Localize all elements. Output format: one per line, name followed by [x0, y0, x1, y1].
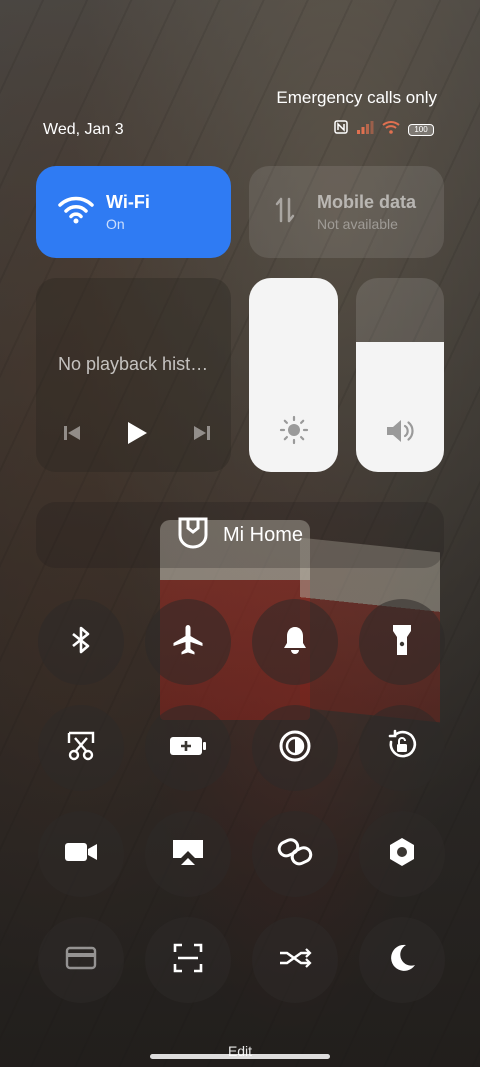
mi-home-icon	[177, 516, 209, 555]
toggle-screen-record[interactable]	[38, 811, 124, 897]
toggle-cast[interactable]	[145, 811, 231, 897]
link-icon	[277, 837, 313, 872]
shuffle-icon	[278, 947, 312, 974]
mobile-data-tile[interactable]: Mobile data Not available	[249, 166, 444, 258]
media-controls	[62, 420, 212, 451]
rotate-lock-icon	[385, 729, 419, 768]
next-icon[interactable]	[192, 423, 212, 448]
play-icon[interactable]	[125, 420, 149, 451]
nfc-icon	[334, 120, 348, 139]
toggle-silent[interactable]	[252, 599, 338, 685]
cast-icon	[171, 837, 205, 872]
wifi-icon	[58, 196, 94, 229]
wifi-title: Wi-Fi	[106, 192, 150, 212]
signal-icon	[356, 120, 374, 139]
scan-icon	[173, 943, 203, 978]
airplane-icon	[171, 623, 205, 662]
bluetooth-icon	[70, 625, 92, 660]
toggle-settings[interactable]	[359, 811, 445, 897]
toggle-rotation-lock[interactable]	[359, 705, 445, 791]
card-icon	[65, 945, 97, 976]
carrier-status: Emergency calls only	[276, 88, 437, 107]
battery-icon: 100	[408, 123, 434, 136]
mi-home-button[interactable]: Mi Home	[36, 502, 444, 568]
toggle-flashlight[interactable]	[359, 599, 445, 685]
wifi-status: On	[106, 216, 125, 232]
bell-icon	[280, 624, 310, 661]
toggle-scanner[interactable]	[145, 917, 231, 1003]
toggle-dark-mode[interactable]	[252, 705, 338, 791]
contrast-icon	[278, 729, 312, 768]
toggle-battery-saver[interactable]	[145, 705, 231, 791]
toggle-link[interactable]	[252, 811, 338, 897]
brightness-slider[interactable]	[249, 278, 338, 472]
toggle-bluetooth[interactable]	[38, 599, 124, 685]
flashlight-icon	[391, 623, 413, 662]
toggle-do-not-disturb[interactable]	[359, 917, 445, 1003]
status-icons: 100	[334, 120, 434, 139]
battery-plus-icon	[168, 734, 208, 763]
volume-slider[interactable]	[356, 278, 444, 472]
wifi-tile[interactable]: Wi-Fi On	[36, 166, 231, 258]
moon-icon	[386, 942, 418, 979]
toggle-shuffle[interactable]	[252, 917, 338, 1003]
mi-home-label: Mi Home	[222, 523, 303, 546]
speaker-icon	[384, 417, 416, 450]
home-indicator[interactable]	[150, 1054, 330, 1059]
sun-icon	[279, 415, 309, 450]
scissors-icon	[66, 730, 96, 767]
media-placeholder: No playback hist…	[58, 354, 209, 374]
mobile-data-icon	[275, 195, 295, 230]
volume-fill	[356, 342, 444, 472]
toggle-card[interactable]	[38, 917, 124, 1003]
mobile-data-title: Mobile data	[317, 192, 417, 212]
mobile-data-status: Not available	[317, 216, 398, 232]
toggle-screenshot[interactable]	[38, 705, 124, 791]
date-label: Wed, Jan 3	[43, 121, 124, 138]
wifi-icon	[382, 120, 400, 139]
video-icon	[63, 840, 99, 869]
media-player[interactable]: No playback hist…	[36, 278, 231, 472]
hexagon-icon	[387, 836, 417, 873]
toggle-airplane-mode[interactable]	[145, 599, 231, 685]
previous-icon[interactable]	[62, 423, 82, 448]
